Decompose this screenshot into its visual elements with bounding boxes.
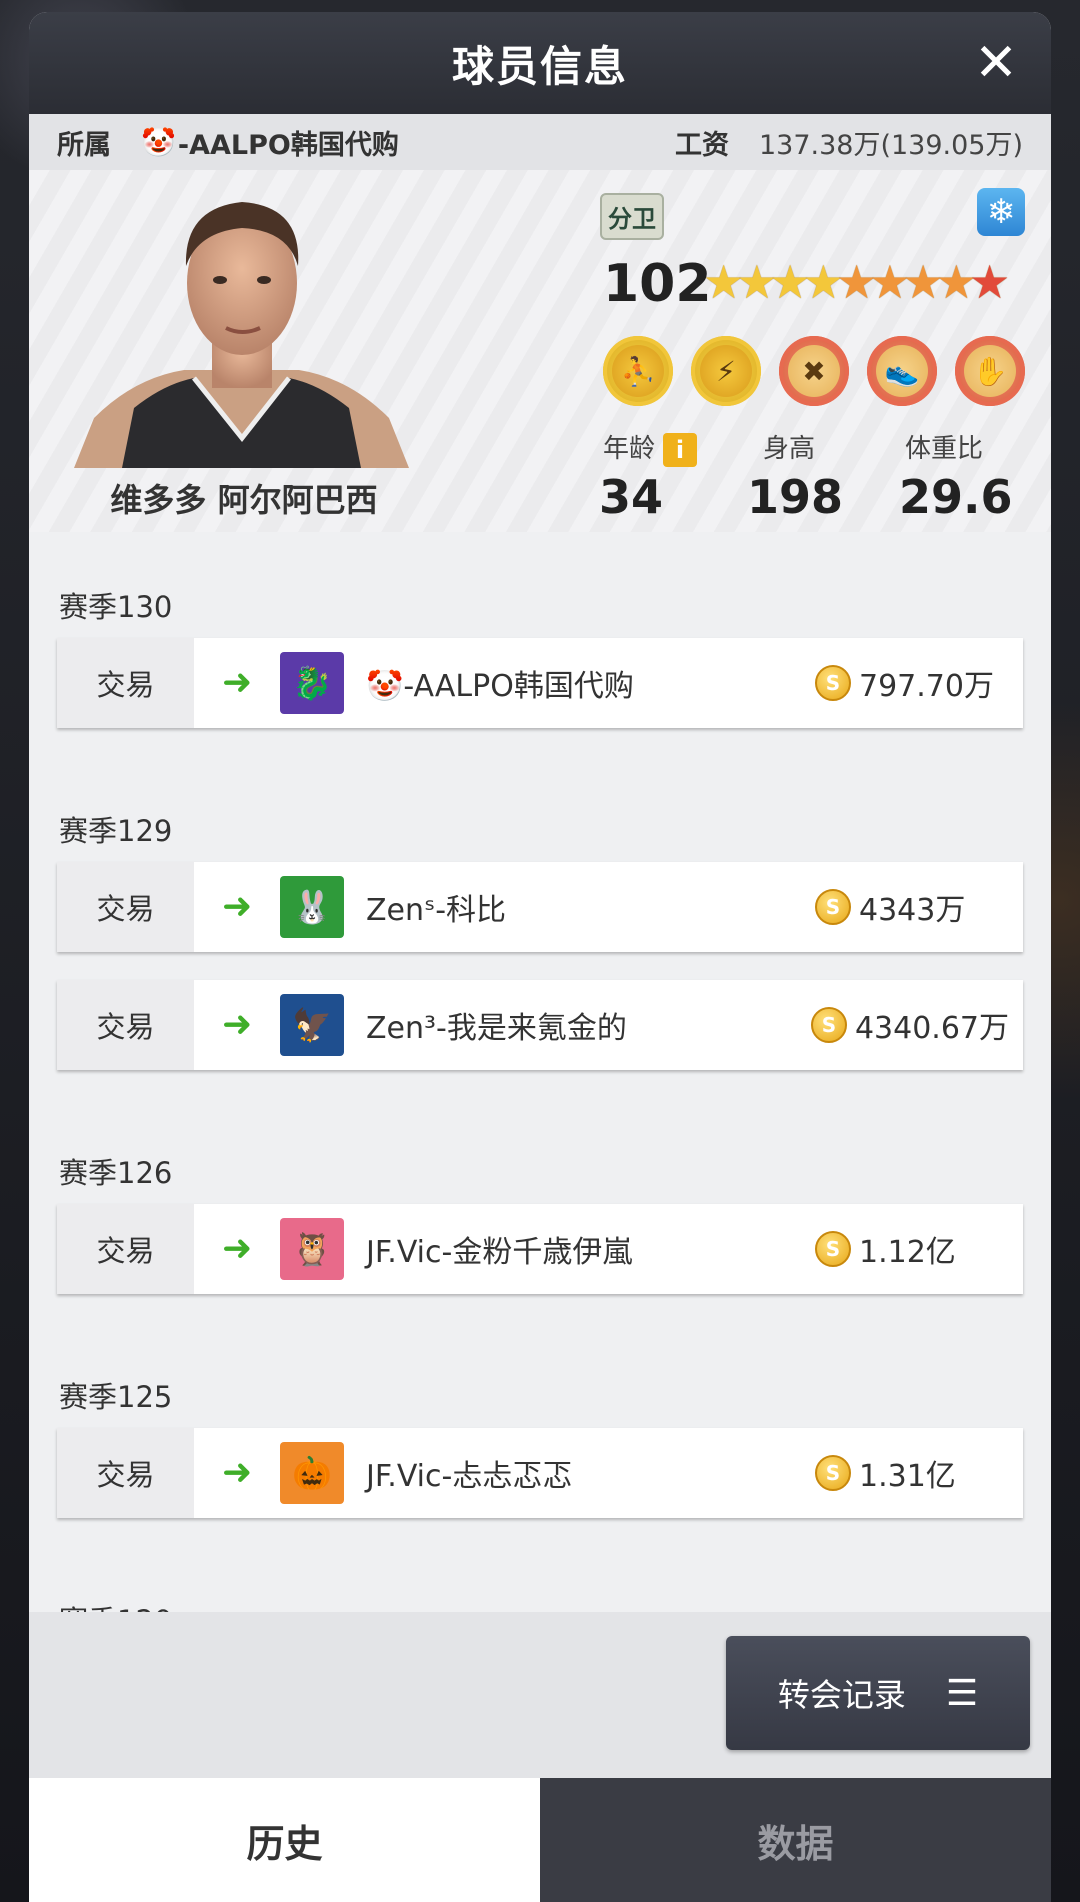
team-label: 所属 bbox=[57, 129, 111, 161]
transfer-record-button[interactable]: 转会记录 ☰ bbox=[726, 1636, 1030, 1750]
team-name-text: Zenˢ-科比 bbox=[366, 893, 507, 928]
age-label: 年龄 i bbox=[603, 428, 698, 467]
coin-icon: S bbox=[810, 1007, 847, 1043]
skill-badges: ⛹ ⚡ ✖ 👟 ✋ bbox=[603, 336, 1025, 406]
trade-price: 1.12亿 bbox=[859, 1235, 956, 1270]
pumpkin-logo: 🎃 bbox=[280, 1442, 344, 1504]
trade-row[interactable]: 交易 ➜ 🎃 JF.Vic-忐忐忑忑 S 1.31亿 bbox=[57, 1428, 1023, 1518]
trade-team-name[interactable]: 🤡-AALPO韩国代购 bbox=[366, 661, 815, 705]
tab-history[interactable]: 历史 bbox=[29, 1778, 540, 1902]
title-bar: 球员信息 ✕ bbox=[29, 12, 1051, 114]
star-rating: ★ ★ ★ ★ ★ ★ ★ ★ ★ bbox=[703, 254, 1010, 310]
trade-price: 797.70万 bbox=[859, 669, 994, 704]
player-rating: 102 bbox=[603, 254, 712, 314]
player-portrait bbox=[74, 188, 409, 468]
weight-ratio-label: 体重比 bbox=[905, 434, 984, 464]
coin-icon: S bbox=[815, 1455, 851, 1491]
season-title: 赛季126 bbox=[59, 1156, 173, 1190]
green-rabbit-logo: 🐰 bbox=[280, 876, 344, 938]
skill-badge[interactable]: ✋ bbox=[955, 336, 1025, 406]
coin-icon: S bbox=[815, 665, 851, 701]
tab-data[interactable]: 数据 bbox=[540, 1778, 1051, 1902]
player-info-dialog: 球员信息 ✕ 所属 🤡 -AALPO韩国代购 工资 137.38万(139.05… bbox=[29, 12, 1051, 1902]
transfer-history-list: 赛季130 交易 ➜ 🐉 🤡-AALPO韩国代购 S 797.70万 赛季129 交易 ➜ 🐰 Zen… bbox=[29, 532, 1051, 1642]
purple-dragon-logo: 🐉 bbox=[280, 652, 344, 714]
salary-label: 工资 bbox=[674, 129, 729, 161]
transfer-record-label: 转会记录 bbox=[777, 1676, 906, 1714]
salary-value: 137.38万(139.05万) bbox=[758, 129, 1023, 161]
trade-type: 交易 bbox=[57, 638, 194, 728]
star-icon: ★ bbox=[969, 255, 1011, 309]
trade-row[interactable]: 交易 ➜ 🦉 JF.Vic-金粉千歳伊嵐 S 1.12亿 bbox=[57, 1204, 1023, 1294]
trade-type: 交易 bbox=[57, 862, 194, 952]
skill-badge[interactable]: 👟 bbox=[867, 336, 937, 406]
blue-eagle-logo: 🦅 bbox=[280, 994, 344, 1056]
season-title: 赛季125 bbox=[59, 1380, 173, 1414]
coin-icon: S bbox=[815, 889, 851, 925]
info-icon[interactable]: i bbox=[663, 432, 698, 467]
skill-badge[interactable]: ✖ bbox=[779, 336, 849, 406]
trade-price: 4343万 bbox=[859, 893, 966, 928]
age-value: 34 bbox=[599, 470, 664, 524]
trade-type: 交易 bbox=[57, 980, 194, 1070]
arrow-right-icon: ➜ bbox=[222, 1228, 253, 1269]
trade-price: 4340.67万 bbox=[854, 1011, 1009, 1046]
trade-team-name[interactable]: Zen³-我是来氪金的 bbox=[366, 1003, 811, 1047]
snowflake-icon[interactable]: ❄ bbox=[977, 188, 1025, 236]
season-title: 赛季129 bbox=[59, 814, 173, 848]
trade-team-name[interactable]: JF.Vic-忐忐忑忑 bbox=[366, 1451, 815, 1495]
pink-owl-logo: 🦉 bbox=[280, 1218, 344, 1280]
height-value: 198 bbox=[747, 470, 844, 524]
team-name-text: -AALPO韩国代购 bbox=[403, 669, 634, 704]
trade-row[interactable]: 交易 ➜ 🐉 🤡-AALPO韩国代购 S 797.70万 bbox=[57, 638, 1023, 728]
trade-row[interactable]: 交易 ➜ 🦅 Zen³-我是来氪金的 S 4340.67万 bbox=[57, 980, 1023, 1070]
skill-badge[interactable]: ⚡ bbox=[691, 336, 761, 406]
height-label: 身高 bbox=[763, 434, 816, 464]
trade-price: 1.31亿 bbox=[859, 1459, 956, 1494]
menu-icon: ☰ bbox=[945, 1672, 979, 1714]
trade-type: 交易 bbox=[57, 1204, 194, 1294]
player-silhouette-icon: ⛹ bbox=[612, 345, 664, 397]
close-icon: ✕ bbox=[974, 33, 1018, 93]
clown-icon: 🤡 bbox=[141, 125, 176, 159]
weight-ratio-value: 29.6 bbox=[899, 470, 1013, 524]
team-name-text: JF.Vic-忐忐忑忑 bbox=[366, 1459, 573, 1494]
arrow-right-icon: ➜ bbox=[222, 1004, 253, 1045]
trade-team-name[interactable]: JF.Vic-金粉千歳伊嵐 bbox=[366, 1227, 815, 1271]
lightning-icon: ⚡ bbox=[700, 345, 752, 397]
age-label-text: 年龄 bbox=[603, 434, 656, 464]
shoe-icon: 👟 bbox=[876, 345, 928, 397]
player-card: 维多多 阿尔阿巴西 分卫 ❄ 102 ★ ★ ★ ★ ★ ★ ★ ★ ★ ⛹ ⚡ ✖ 👟 ✋ 年龄 i 身… bbox=[29, 170, 1051, 532]
tab-data-label: 数据 bbox=[757, 1821, 834, 1866]
skill-badge[interactable]: ⛹ bbox=[603, 336, 673, 406]
trade-team-name[interactable]: Zenˢ-科比 bbox=[366, 885, 815, 929]
bottom-tabs: 历史 数据 bbox=[29, 1778, 1051, 1902]
season-title: 赛季130 bbox=[59, 590, 173, 624]
head-x-icon: ✖ bbox=[788, 345, 840, 397]
arm-shoot-icon: ✋ bbox=[964, 345, 1016, 397]
player-name: 维多多 阿尔阿巴西 bbox=[110, 481, 378, 519]
arrow-right-icon: ➜ bbox=[222, 886, 253, 927]
position-badge: 分卫 bbox=[600, 193, 664, 240]
tab-history-label: 历史 bbox=[246, 1821, 323, 1866]
arrow-right-icon: ➜ bbox=[222, 1452, 253, 1493]
close-button[interactable]: ✕ bbox=[971, 33, 1021, 93]
arrow-right-icon: ➜ bbox=[222, 662, 253, 703]
team-salary-bar: 所属 🤡 -AALPO韩国代购 工资 137.38万(139.05万) bbox=[29, 114, 1051, 170]
team-name-text: JF.Vic-金粉千歳伊嵐 bbox=[366, 1235, 633, 1270]
coin-icon: S bbox=[815, 1231, 851, 1267]
dialog-title: 球员信息 bbox=[451, 41, 628, 91]
team-name-text: Zen³-我是来氪金的 bbox=[366, 1011, 627, 1046]
clown-icon: 🤡 bbox=[366, 669, 404, 704]
team-name[interactable]: -AALPO韩国代购 bbox=[178, 123, 399, 162]
trade-type: 交易 bbox=[57, 1428, 194, 1518]
trade-row[interactable]: 交易 ➜ 🐰 Zenˢ-科比 S 4343万 bbox=[57, 862, 1023, 952]
